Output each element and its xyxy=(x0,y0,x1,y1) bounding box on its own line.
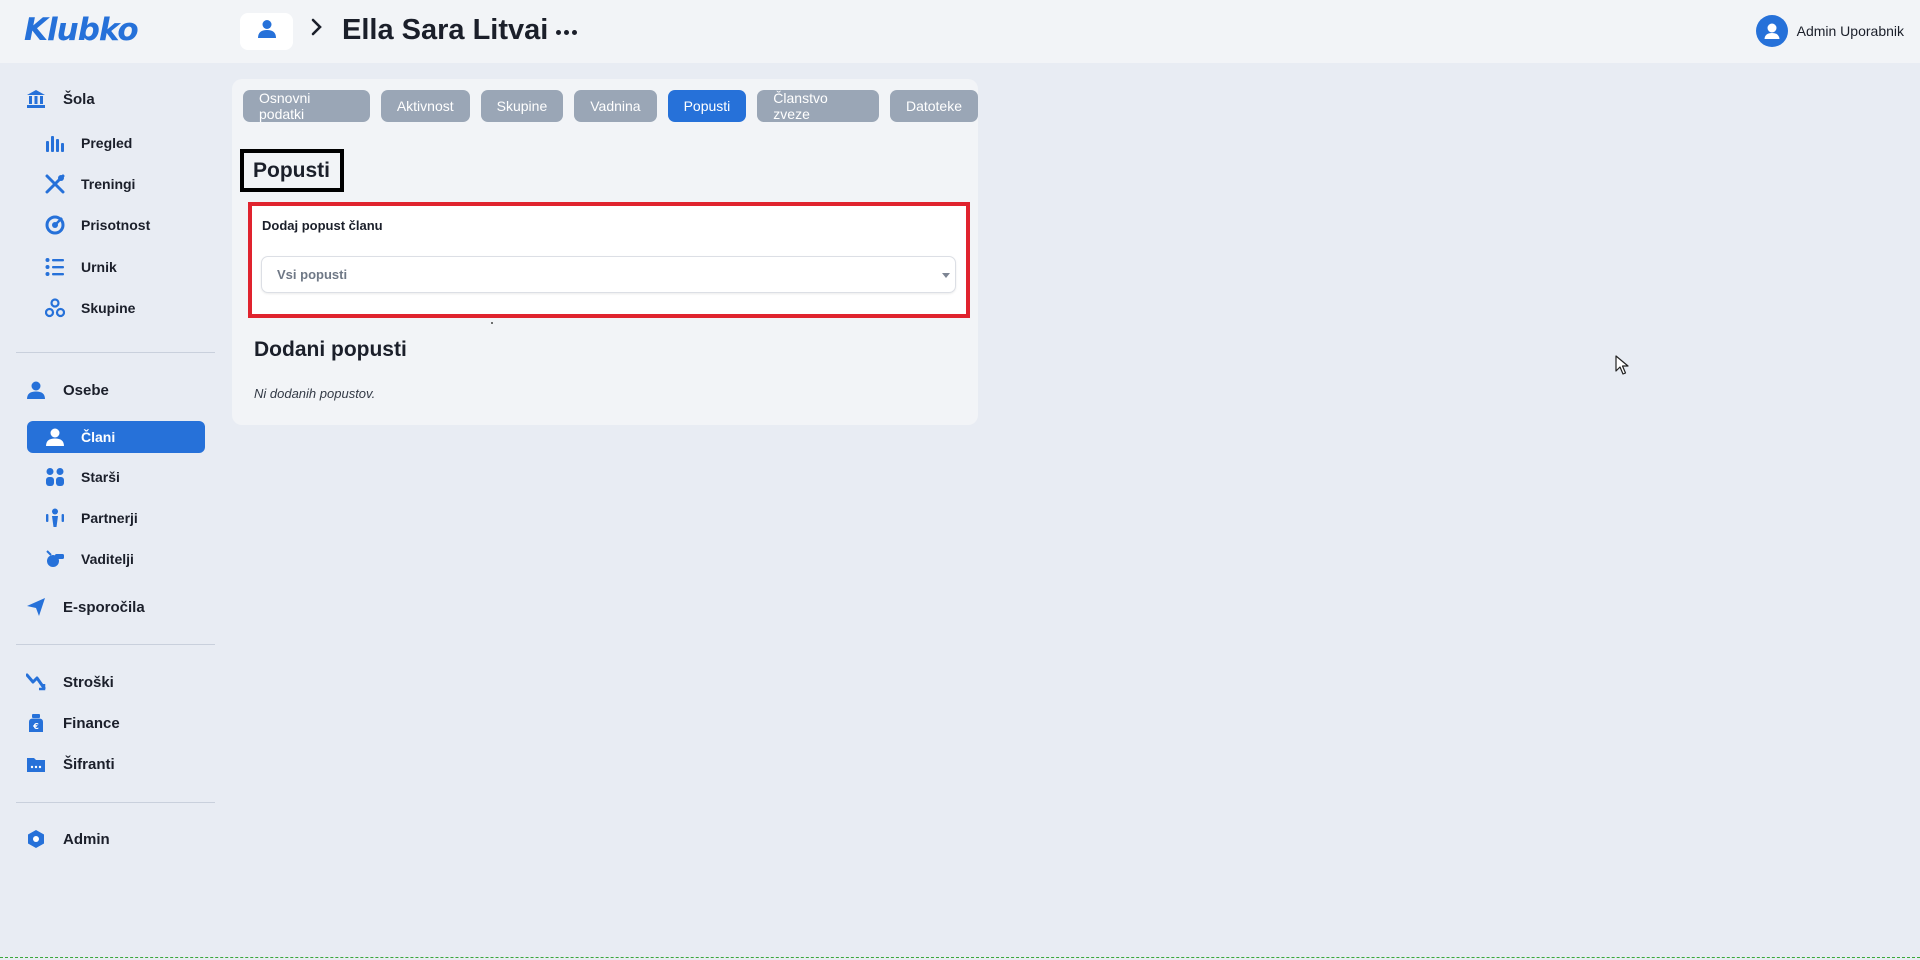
user-avatar-icon xyxy=(1755,15,1788,47)
sidebar-section-finance[interactable]: € Finance xyxy=(26,707,120,739)
member-tabs: Osnovni podatki Aktivnost Skupine Vadnin… xyxy=(243,90,978,122)
top-bar: Klubko Ella Sara Litvai Admin Uporabnik xyxy=(0,0,1920,63)
tab-clanstvo-zveze[interactable]: Članstvo zveze xyxy=(757,90,879,122)
person-icon xyxy=(256,18,278,45)
add-discount-label: Dodaj popust članu xyxy=(262,218,383,233)
money-bag-icon: € xyxy=(26,713,46,733)
sidebar-item-urnik[interactable]: Urnik xyxy=(45,251,117,283)
school-icon xyxy=(26,89,46,109)
tab-aktivnost[interactable]: Aktivnost xyxy=(380,90,470,122)
sidebar-section-sola[interactable]: Šola xyxy=(26,83,95,115)
target-icon xyxy=(45,215,65,235)
sidebar-item-pregled[interactable]: Pregled xyxy=(45,127,132,159)
sidebar-item-starsi[interactable]: Starši xyxy=(45,461,120,493)
tab-datoteke[interactable]: Datoteke xyxy=(889,90,978,122)
sidebar-section-e-sporocila[interactable]: E-sporočila xyxy=(26,591,145,623)
sidebar-section-label: Stroški xyxy=(63,673,114,691)
sidebar-item-label: Partnerji xyxy=(81,510,138,526)
sidebar-divider xyxy=(16,352,215,353)
empty-discounts-text: Ni dodanih popustov. xyxy=(254,386,376,401)
send-icon xyxy=(26,597,46,617)
mouse-cursor-icon xyxy=(1615,355,1629,380)
sidebar-item-vaditelji[interactable]: Vaditelji xyxy=(45,543,134,575)
tools-icon xyxy=(45,174,65,194)
sidebar-item-label: Člani xyxy=(81,429,116,445)
sidebar-item-treningi[interactable]: Treningi xyxy=(45,168,135,200)
sidebar: Šola Pregled Treningi Prisotnost Urnik S… xyxy=(0,63,230,960)
person-icon xyxy=(26,380,46,400)
person-icon xyxy=(45,427,65,447)
user-name: Admin Uporabnik xyxy=(1796,23,1904,39)
sidebar-item-skupine[interactable]: Skupine xyxy=(45,292,135,324)
breadcrumb-chevron-icon xyxy=(310,16,324,45)
sidebar-section-label: Šola xyxy=(63,90,95,108)
tab-skupine[interactable]: Skupine xyxy=(480,90,564,122)
hexagon-icon xyxy=(26,829,46,849)
more-dots-icon xyxy=(555,29,561,35)
tab-vadnina[interactable]: Vadnina xyxy=(574,90,657,122)
stray-dot xyxy=(491,322,493,324)
list-icon xyxy=(45,257,65,277)
discount-select-value: Vsi popusti xyxy=(277,267,348,282)
trend-icon xyxy=(26,672,46,692)
added-discounts-title: Dodani popusti xyxy=(254,338,407,361)
sidebar-section-label: Finance xyxy=(63,714,120,732)
section-title: Popusti xyxy=(253,158,330,182)
sidebar-item-clani[interactable]: Člani xyxy=(27,421,205,453)
bar-chart-icon xyxy=(45,133,65,153)
sidebar-section-admin[interactable]: Admin xyxy=(26,823,110,855)
tab-popusti[interactable]: Popusti xyxy=(667,90,747,122)
whistle-icon xyxy=(45,549,65,569)
sidebar-divider xyxy=(16,802,215,803)
sidebar-section-label: Osebe xyxy=(63,381,109,399)
sidebar-item-label: Skupine xyxy=(81,300,136,316)
sidebar-section-label: Admin xyxy=(63,830,110,848)
partners-icon xyxy=(45,508,65,528)
sidebar-item-partnerji[interactable]: Partnerji xyxy=(45,502,138,534)
sidebar-item-label: Starši xyxy=(81,469,120,485)
sidebar-section-label: Šifranti xyxy=(63,755,115,773)
add-discount-panel: Dodaj popust članu Vsi popusti xyxy=(248,202,970,318)
parents-icon xyxy=(45,467,65,487)
sidebar-item-label: Urnik xyxy=(81,259,117,275)
group-icon xyxy=(45,298,65,318)
breadcrumb-person-button[interactable] xyxy=(240,13,293,50)
sidebar-item-label: Treningi xyxy=(81,176,136,192)
discount-select[interactable]: Vsi popusti xyxy=(261,256,956,293)
sidebar-item-label: Vaditelji xyxy=(81,551,134,567)
section-title-highlight: Popusti xyxy=(240,149,344,192)
app-logo[interactable]: Klubko xyxy=(24,12,139,48)
frame-edge-bottom xyxy=(0,957,1920,958)
user-menu[interactable]: Admin Uporabnik xyxy=(1755,15,1904,47)
sidebar-section-stroski[interactable]: Stroški xyxy=(26,666,114,698)
sidebar-divider xyxy=(16,644,215,645)
sidebar-section-sifranti[interactable]: Šifranti xyxy=(26,748,115,780)
folder-icon xyxy=(26,754,46,774)
sidebar-section-label: E-sporočila xyxy=(63,598,145,616)
sidebar-section-osebe[interactable]: Osebe xyxy=(26,374,109,406)
caret-down-icon xyxy=(942,273,950,278)
sidebar-item-prisotnost[interactable]: Prisotnost xyxy=(45,209,150,241)
svg-text:€: € xyxy=(32,722,39,731)
tab-osnovni-podatki[interactable]: Osnovni podatki xyxy=(243,90,370,122)
member-card: Osnovni podatki Aktivnost Skupine Vadnin… xyxy=(232,79,978,425)
page-title: Ella Sara Litvai xyxy=(342,14,549,46)
sidebar-item-label: Prisotnost xyxy=(81,217,151,233)
sidebar-item-label: Pregled xyxy=(81,135,133,151)
more-options-button[interactable] xyxy=(552,18,580,46)
